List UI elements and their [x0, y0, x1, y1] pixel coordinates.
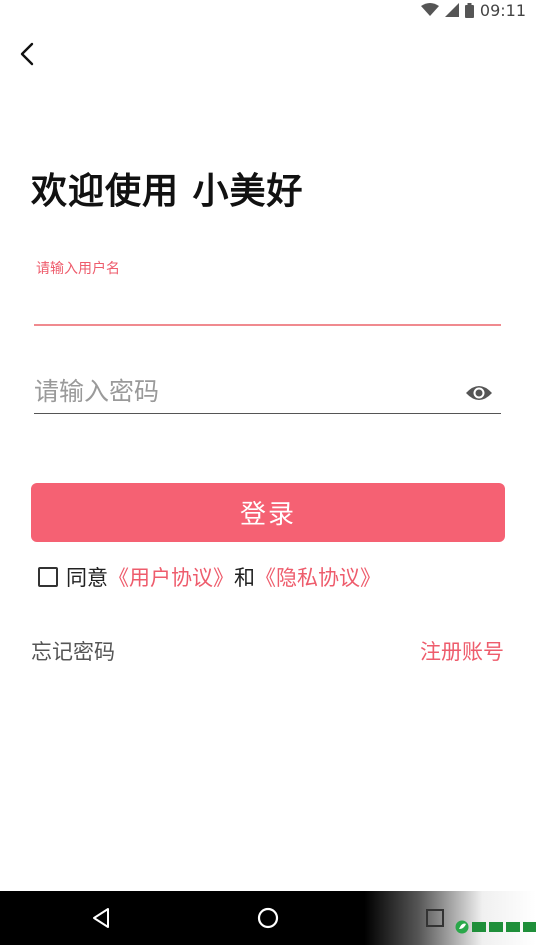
agree-prefix: 同意: [66, 566, 108, 590]
password-underline: [34, 413, 501, 414]
user-agreement-link[interactable]: 《用户协议》: [108, 562, 234, 592]
signal-icon: [444, 3, 459, 17]
watermark-mark: [472, 922, 536, 932]
username-underline: [34, 324, 501, 326]
nav-home-icon[interactable]: [256, 906, 280, 930]
wifi-icon: [420, 3, 439, 16]
chevron-left-icon: [20, 42, 34, 66]
watermark-logo: [455, 917, 536, 937]
status-icons: 09:11: [420, 0, 526, 20]
forgot-password-link[interactable]: 忘记密码: [31, 636, 115, 666]
privacy-policy-link[interactable]: 《隐私协议》: [255, 562, 381, 592]
status-time: 09:11: [479, 0, 526, 20]
page-title: 欢迎使用 小美好: [31, 171, 304, 212]
nav-back-icon[interactable]: [90, 907, 112, 929]
username-input[interactable]: [34, 278, 501, 324]
back-button[interactable]: [12, 38, 42, 70]
battery-icon: [464, 2, 474, 18]
login-button[interactable]: 登录: [31, 483, 505, 542]
status-bar: 09:11: [0, 0, 536, 20]
register-link[interactable]: 注册账号: [420, 636, 504, 666]
password-input[interactable]: [34, 368, 454, 414]
nav-recent-icon[interactable]: [425, 908, 445, 928]
agree-checkbox[interactable]: [38, 567, 58, 587]
username-label: 请输入用户名: [36, 261, 120, 277]
agree-conjunction: 和: [234, 566, 255, 590]
leaf-icon: [455, 920, 469, 934]
eye-icon[interactable]: [465, 382, 493, 404]
agreement-row: 同意 《用户协议》 和 《隐私协议》: [38, 562, 381, 592]
